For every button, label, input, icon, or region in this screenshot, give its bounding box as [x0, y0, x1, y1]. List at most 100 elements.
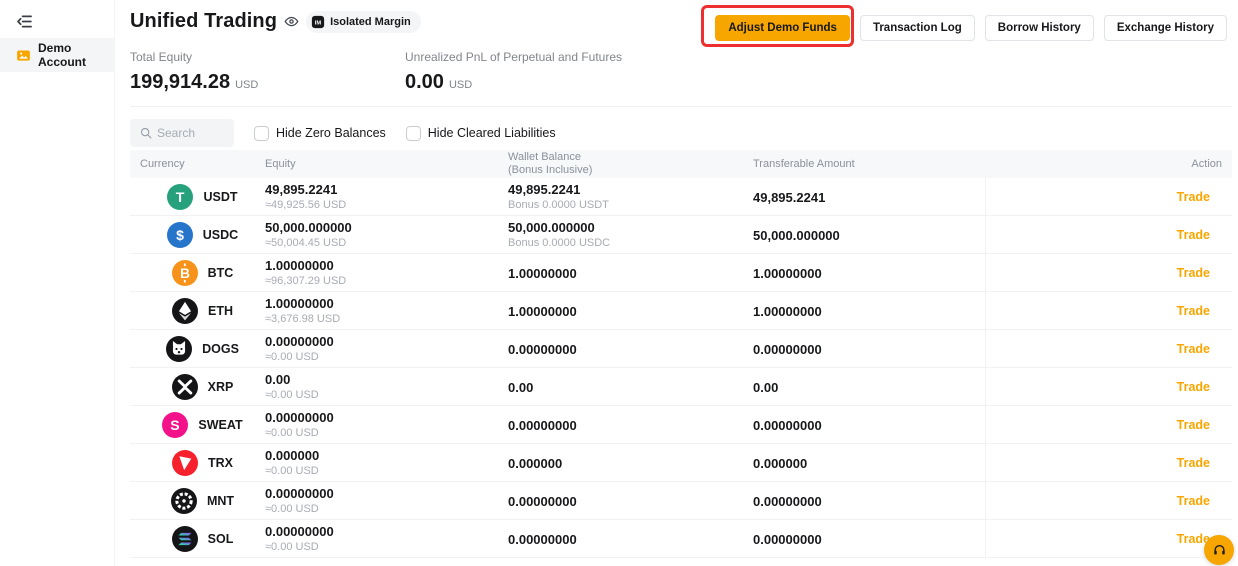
header-actions: Adjust Demo Funds Transaction Log Borrow…: [701, 5, 1232, 47]
trade-link[interactable]: Trade: [1177, 456, 1210, 470]
transferable-amount-value: 0.00000000: [753, 531, 822, 547]
header-equity: Equity: [265, 157, 296, 170]
trade-link[interactable]: Trade: [1177, 190, 1210, 204]
wallet-balance-value: 0.00000000: [508, 341, 577, 357]
trade-link[interactable]: Trade: [1177, 304, 1210, 318]
header-transferable-amount: Transferable Amount: [753, 157, 855, 170]
table-row: B BTC 1.00000000 ≈96,307.29 USD 1.000000…: [130, 254, 1232, 292]
wallet-balance-value: 0.00000000: [508, 493, 577, 509]
equity-value: 1.00000000: [265, 258, 334, 273]
hide-zero-balances-checkbox[interactable]: Hide Zero Balances: [254, 125, 386, 141]
table-row: MNT 0.00000000 ≈0.00 USD 0.00000000 0.00…: [130, 482, 1232, 520]
margin-mode-badge[interactable]: IM Isolated Margin: [306, 10, 421, 33]
table-row: $ USDC 50,000.000000 ≈50,004.45 USD 50,0…: [130, 216, 1232, 254]
currency-name: ETH: [208, 304, 233, 318]
usdc-coin-icon: $: [166, 222, 193, 248]
mnt-coin-icon: [170, 488, 197, 514]
equity-value: 1.00000000: [265, 296, 334, 311]
equity-value: 0.00000000: [265, 486, 334, 501]
trade-link[interactable]: Trade: [1177, 418, 1210, 432]
equity-usd-value: ≈0.00 USD: [265, 351, 319, 363]
exchange-history-button[interactable]: Exchange History: [1103, 15, 1227, 41]
wallet-balance-value: 0.00000000: [508, 417, 577, 433]
trade-link[interactable]: Trade: [1177, 342, 1210, 356]
header-wallet-balance: Wallet Balance (Bonus Inclusive): [508, 151, 593, 176]
total-equity-unit: USD: [235, 79, 259, 91]
stats-row: Total Equity 199,914.28 USD Unrealized P…: [130, 50, 1232, 94]
table-row: ETH 1.00000000 ≈3,676.98 USD 1.00000000 …: [130, 292, 1232, 330]
filters-row: Hide Zero Balances Hide Cleared Liabilit…: [130, 119, 1232, 147]
svg-text:IM: IM: [315, 20, 322, 26]
trade-link[interactable]: Trade: [1177, 228, 1210, 242]
wallet-balance-value: 0.00: [508, 379, 534, 395]
equity-usd-value: ≈50,004.45 USD: [265, 237, 347, 249]
wallet-balance-value: 50,000.000000: [508, 220, 595, 235]
eye-icon[interactable]: [284, 14, 299, 29]
total-equity-value: 199,914.28: [130, 71, 231, 93]
hide-cleared-liabilities-checkbox[interactable]: Hide Cleared Liabilities: [405, 125, 556, 141]
table-row: DOGS 0.00000000 ≈0.00 USD 0.00000000 0.0…: [130, 330, 1232, 368]
checkbox-icon: [405, 125, 421, 141]
transferable-amount-value: 0.00000000: [753, 341, 822, 357]
title-group: Unified Trading IM Isolated Margin: [130, 10, 421, 33]
eth-coin-icon: [172, 298, 198, 324]
usdt-coin-icon: T: [167, 184, 194, 210]
equity-value: 0.000000: [265, 448, 320, 463]
svg-text:T: T: [176, 189, 185, 205]
unrealized-pnl-stat: Unrealized PnL of Perpetual and Futures …: [405, 50, 622, 94]
equity-usd-value: ≈0.00 USD: [265, 503, 319, 515]
page-title: Unified Trading: [130, 10, 278, 32]
transferable-amount-value: 1.00000000: [753, 265, 822, 281]
currency-name: XRP: [207, 380, 234, 394]
equity-usd-value: ≈0.00 USD: [265, 465, 319, 477]
balances-table: Currency Equity Wallet Balance (Bonus In…: [130, 150, 1232, 558]
wallet-balance-value: 0.000000: [508, 455, 563, 471]
currency-name: USDC: [202, 228, 239, 242]
currency-name: SOL: [207, 532, 234, 546]
wallet-bonus-value: Bonus 0.0000 USDT: [508, 199, 609, 211]
collapse-sidebar-icon[interactable]: [16, 12, 34, 30]
header-currency: Currency: [140, 157, 185, 170]
unrealized-pnl-value: 0.00: [405, 71, 444, 93]
checkbox-label: Hide Cleared Liabilities: [427, 126, 556, 140]
currency-name: BTC: [207, 266, 234, 280]
wallet-bonus-value: Bonus 0.0000 USDC: [508, 237, 611, 249]
btc-coin-icon: B: [171, 260, 198, 286]
equity-usd-value: ≈96,307.29 USD: [265, 275, 347, 287]
table-row: S SWEAT 0.00000000 ≈0.00 USD 0.00000000 …: [130, 406, 1232, 444]
table-body: T USDT 49,895.2241 ≈49,925.56 USD 49,895…: [130, 178, 1232, 558]
support-fab[interactable]: [1204, 535, 1234, 565]
checkbox-icon: [254, 125, 269, 141]
currency-name: MNT: [206, 494, 235, 508]
svg-text:$: $: [176, 227, 184, 243]
sol-coin-icon: [171, 526, 198, 552]
header-action: Action: [1191, 157, 1222, 170]
borrow-history-button[interactable]: Borrow History: [984, 15, 1094, 41]
dogs-coin-icon: [166, 336, 193, 362]
table-row: T USDT 49,895.2241 ≈49,925.56 USD 49,895…: [130, 178, 1232, 216]
adjust-demo-funds-button[interactable]: Adjust Demo Funds: [715, 15, 850, 41]
equity-value: 0.00000000: [265, 334, 334, 349]
equity-value: 49,895.2241: [265, 182, 338, 197]
transferable-amount-value: 0.00000000: [753, 493, 822, 509]
margin-badge-label: Isolated Margin: [330, 15, 411, 28]
unrealized-pnl-label: Unrealized PnL of Perpetual and Futures: [405, 50, 623, 64]
equity-usd-value: ≈3,676.98 USD: [265, 313, 341, 325]
currency-name: SWEAT: [198, 418, 243, 432]
currency-name: DOGS: [202, 342, 239, 356]
transferable-amount-value: 0.00000000: [753, 417, 822, 433]
transferable-amount-value: 0.000000: [753, 455, 808, 471]
trade-link[interactable]: Trade: [1177, 380, 1210, 394]
svg-text:B: B: [180, 266, 190, 281]
sidebar-item-demo-account[interactable]: Demo Account: [0, 38, 114, 72]
trade-link[interactable]: Trade: [1177, 494, 1210, 508]
sweat-coin-icon: S: [162, 412, 189, 438]
transferable-amount-value: 1.00000000: [753, 303, 822, 319]
equity-value: 0.00000000: [265, 410, 334, 425]
trade-link[interactable]: Trade: [1177, 266, 1210, 280]
svg-text:S: S: [171, 417, 180, 433]
section-divider: [130, 106, 1232, 107]
transaction-log-button[interactable]: Transaction Log: [859, 15, 975, 41]
equity-usd-value: ≈0.00 USD: [265, 389, 319, 401]
transferable-amount-value: 0.00: [753, 379, 779, 395]
